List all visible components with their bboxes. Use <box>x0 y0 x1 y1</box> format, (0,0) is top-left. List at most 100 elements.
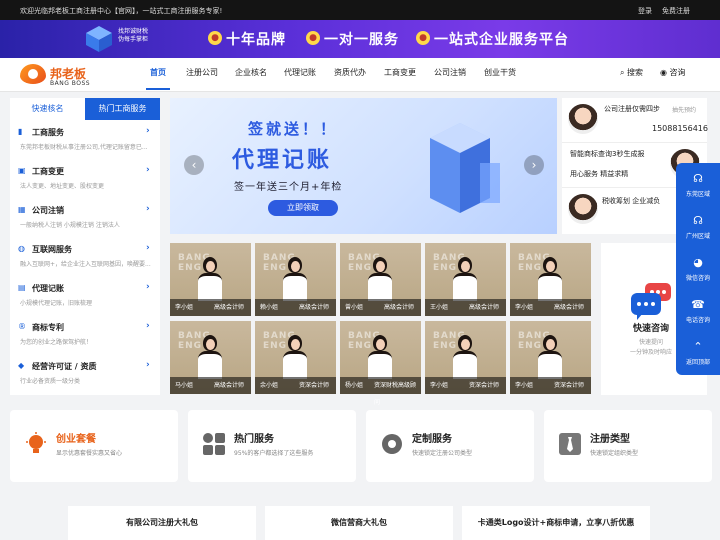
main-nav: 邦老板 BANG BOSS 首页 注册公司 企业核名 代理记账 资质代办 工商变… <box>0 58 720 92</box>
service-tabs: 快速核名 热门工商服务 <box>10 98 160 120</box>
card-custom-service[interactable]: 定制服务 快速锁定注册公司类型 <box>366 410 534 482</box>
card-hot-services[interactable]: 热门服务 95%的客户都选择了这些服务 <box>188 410 356 482</box>
nav-register-company[interactable]: 注册公司 <box>186 67 218 78</box>
search-button[interactable]: ⌕ 搜索 <box>620 67 643 78</box>
claim-button[interactable]: 立即领取 <box>268 200 338 216</box>
staff-photo <box>453 335 477 379</box>
lightbulb-icon <box>26 432 46 453</box>
isometric-graphic-icon <box>86 26 112 52</box>
staff-card[interactable]: BANG ENG 余小姐 资深会计师 <box>255 321 336 394</box>
phone-icon: ☎ <box>691 298 705 311</box>
chevron-right-icon: › <box>146 321 150 331</box>
chevron-right-icon: › <box>146 360 150 370</box>
chevron-right-icon: › <box>146 204 150 214</box>
tab-quick-name[interactable]: 快速核名 <box>10 98 85 120</box>
chat-icon: ◉ <box>660 68 667 77</box>
side-guangzhou[interactable]: ☊ 广州区域 <box>676 207 720 247</box>
nav-startup[interactable]: 创业干货 <box>484 67 516 78</box>
promo-company-package[interactable]: 有限公司注册大礼包 <box>68 506 256 540</box>
staff-photo <box>283 335 307 379</box>
side-phone[interactable]: ☎ 电话咨询 <box>676 291 720 331</box>
logo-icon <box>20 64 46 84</box>
banner-slogan-3: 一站式企业服务平台 <box>434 32 569 48</box>
card-startup-package[interactable]: 创业套餐 显示优惠套餐实惠又省心 <box>10 410 178 482</box>
staff-photo <box>453 257 477 301</box>
document-icon: ▣ <box>18 166 26 175</box>
consult-button[interactable]: ◉ 咨询 <box>660 67 686 78</box>
banner-slogan-1: 十年品牌 <box>226 32 286 48</box>
globe-icon: ◍ <box>18 244 25 253</box>
chevron-up-icon: ⌃ <box>693 340 703 353</box>
staff-card[interactable]: BANG ENG 李小姐 高级会计师 <box>170 243 251 316</box>
staff-card[interactable]: BANG ENG 李小姐 资深会计师 <box>425 321 506 394</box>
banner-tagline: 找邦诚财税 伪每手掌柜 <box>118 28 149 43</box>
chevron-right-icon: › <box>146 126 150 136</box>
menu-item-cancel[interactable]: ▦ 公司注销 › 一般纳税人注销 小规模注销 注销法人 <box>10 202 160 241</box>
nav-cancel[interactable]: 公司注销 <box>434 67 466 78</box>
staff-card[interactable]: BANG ENG 曾小姐 高级会计师 <box>340 243 421 316</box>
nav-bookkeeping[interactable]: 代理记账 <box>284 67 316 78</box>
headset-icon: ☊ <box>693 214 703 227</box>
login-link[interactable]: 登录 <box>638 6 652 16</box>
side-back-top[interactable]: ⌃ 返回顶部 <box>676 333 720 373</box>
staff-photo <box>283 257 307 301</box>
slider-title: 代理记账 <box>232 148 333 173</box>
nav-change[interactable]: 工商变更 <box>384 67 416 78</box>
staff-card[interactable]: BANG ENG 赖小姐 高级会计师 <box>255 243 336 316</box>
staff-photo <box>368 257 392 301</box>
menu-item-license[interactable]: ◆ 经营许可证 / 资质 › 行业必备资质一级分类 <box>10 358 160 397</box>
staff-card[interactable]: BANG ENG 杨小姐 资深财税高级顾问 <box>340 321 421 406</box>
chat-bubble-icon <box>631 283 671 320</box>
nav-home[interactable]: 首页 <box>150 67 166 78</box>
side-wechat[interactable]: ◕ 微信咨询 <box>676 249 720 289</box>
tab-hot-services[interactable]: 热门工商服务 <box>85 98 160 120</box>
slider-subtitle: 签一年送三个月+年检 <box>234 182 343 193</box>
hero-slider[interactable]: 签就送！！ 代理记账 签一年送三个月+年检 立即领取 ‹ › <box>170 98 557 234</box>
card-register-type[interactable]: 注册类型 快速锁定组织类型 <box>544 410 712 482</box>
menu-item-bookkeeping[interactable]: ▤ 代理记账 › 小规模代理记账，旧账梳理 <box>10 280 160 319</box>
staff-photo <box>538 335 562 379</box>
slider-prev-button[interactable]: ‹ <box>184 155 204 175</box>
service-panel: 快速核名 热门工商服务 ▮ 工商服务 › 东莞邦老板财税从事注册公司,代理记账留… <box>10 98 160 395</box>
register-link[interactable]: 免费注册 <box>662 6 690 16</box>
welcome-text: 欢迎光临邦老板工商注册中心【官网】，一站式工商注册服务专家! <box>20 7 223 15</box>
site-logo[interactable]: 邦老板 BANG BOSS <box>20 60 130 90</box>
badge-icon: ◆ <box>18 361 25 370</box>
staff-photo <box>538 257 562 301</box>
promo-wechat-package[interactable]: 微信营商大礼包 <box>265 506 453 540</box>
slider-heading: 签就送！！ <box>248 120 339 138</box>
staff-card[interactable]: BANG ENG 李小姐 高级会计师 <box>510 243 591 316</box>
nav-qualification[interactable]: 资质代办 <box>334 67 366 78</box>
avatar <box>568 194 598 224</box>
bullet-dot-icon: ● <box>208 31 222 45</box>
building-icon: ▦ <box>18 205 26 214</box>
ledger-icon: ▤ <box>18 283 26 292</box>
menu-item-change[interactable]: ▣ 工商变更 › 法人变更、地址变更、股权变更 <box>10 163 160 202</box>
staff-card[interactable]: BANG ENG 马小姐 高级会计师 <box>170 321 251 394</box>
news-item-1[interactable]: 公司注册仅需四步 抽先预约 15088156416 <box>562 98 708 143</box>
building-illustration-icon <box>430 123 500 213</box>
tie-icon <box>559 433 581 455</box>
service-cards: 创业套餐 显示优惠套餐实惠又省心 热门服务 95%的客户都选择了这些服务 定制服… <box>10 410 712 482</box>
bullet-dot-icon: ● <box>306 31 320 45</box>
staff-photo <box>368 335 392 379</box>
promo-banner[interactable]: 找邦诚财税 伪每手掌柜 ● 十年品牌 ● 一对一服务 ● 一站式企业服务平台 <box>0 20 720 58</box>
staff-card[interactable]: BANG ENG 王小姐 高级会计师 <box>425 243 506 316</box>
top-bar: 欢迎光临邦老板工商注册中心【官网】，一站式工商注册服务专家! 登录 免费注册 <box>0 0 720 20</box>
side-dongguan[interactable]: ☊ 东莞区域 <box>676 165 720 205</box>
grid-icon <box>203 433 225 455</box>
menu-item-business[interactable]: ▮ 工商服务 › 东莞邦老板财税从事注册公司,代理记账留意已... <box>10 124 160 163</box>
menu-item-trademark[interactable]: ® 商标专利 › 为您的创业之路保驾护航！ <box>10 319 160 358</box>
promo-logo-design[interactable]: 卡通类Logo设计+商标申请，立享八折优惠 <box>462 506 650 540</box>
chevron-right-icon: › <box>146 282 150 292</box>
menu-item-internet[interactable]: ◍ 互联网服务 › 融入互联网+，给企业注入互联网基因，唤醒要... <box>10 241 160 280</box>
wechat-icon: ◕ <box>693 256 703 269</box>
bullet-dot-icon: ● <box>416 31 430 45</box>
nav-name-check[interactable]: 企业核名 <box>235 67 267 78</box>
staff-photo <box>198 335 222 379</box>
slider-next-button[interactable]: › <box>524 155 544 175</box>
trademark-icon: ® <box>18 322 26 331</box>
staff-grid: BANG ENG 李小姐 高级会计师 BANG ENG 赖小姐 高级会计师 BANG E… <box>170 243 592 406</box>
staff-card[interactable]: BANG ENG 李小姐 资深会计师 <box>510 321 591 394</box>
gear-icon <box>382 434 402 454</box>
